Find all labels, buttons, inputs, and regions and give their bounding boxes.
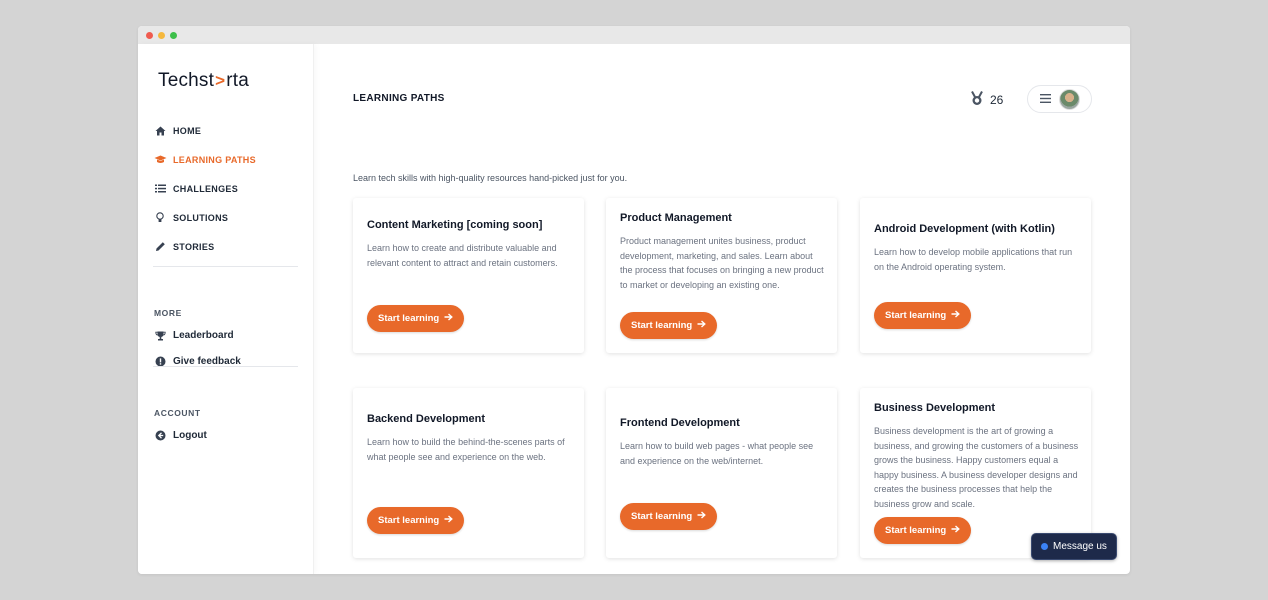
home-icon bbox=[153, 126, 167, 136]
nav-item-solutions[interactable]: SOLUTIONS bbox=[153, 203, 299, 232]
nav-item-learning-paths[interactable]: LEARNING PATHS bbox=[153, 145, 299, 174]
nav-item-home-label: HOME bbox=[173, 125, 202, 136]
pencil-icon bbox=[153, 241, 167, 252]
sidebar: Techst > rta HOME LEARNING PATHS CHALLENGE… bbox=[138, 44, 314, 574]
start-learning-button[interactable]: Start learning bbox=[620, 503, 718, 530]
browser-window: Techst > rta HOME LEARNING PATHS CHALLENGE… bbox=[138, 26, 1130, 574]
logo[interactable]: Techst > rta bbox=[158, 70, 249, 92]
sidebar-item-leaderboard-label: Leaderboard bbox=[173, 330, 234, 341]
arrow-right-icon bbox=[444, 313, 454, 324]
window-maximize-icon[interactable] bbox=[170, 31, 177, 39]
points-counter[interactable]: 26 bbox=[970, 91, 1003, 109]
start-learning-label: Start learning bbox=[885, 310, 947, 321]
start-learning-button[interactable]: Start learning bbox=[620, 312, 718, 339]
nav-item-solutions-label: SOLUTIONS bbox=[173, 212, 229, 223]
sidebar-divider bbox=[153, 366, 298, 367]
learning-path-card: Product Management Product management un… bbox=[606, 198, 837, 353]
card-title: Business Development bbox=[874, 402, 996, 414]
lightbulb-icon bbox=[153, 212, 167, 223]
card-description: Product management unites business, prod… bbox=[620, 236, 824, 290]
card-title: Android Development (with Kotlin) bbox=[874, 223, 1055, 235]
main-nav: HOME LEARNING PATHS CHALLENGES SOLUTIONS bbox=[153, 116, 299, 261]
arrow-right-icon bbox=[951, 310, 961, 321]
card-title: Content Marketing [coming soon] bbox=[367, 219, 543, 231]
card-title: Frontend Development bbox=[620, 417, 740, 429]
start-learning-button[interactable]: Start learning bbox=[874, 517, 972, 544]
trophy-icon bbox=[153, 331, 167, 341]
start-learning-button[interactable]: Start learning bbox=[367, 507, 465, 534]
logo-text-left: Techst bbox=[158, 70, 215, 91]
start-learning-button[interactable]: Start learning bbox=[874, 302, 972, 329]
online-dot-icon bbox=[1041, 543, 1048, 550]
window-minimize-icon[interactable] bbox=[158, 31, 165, 39]
start-learning-label: Start learning bbox=[631, 320, 693, 331]
nav-item-stories[interactable]: STORIES bbox=[153, 232, 299, 261]
logo-text-right: rta bbox=[226, 70, 250, 91]
learning-path-card: Backend Development Learn how to build t… bbox=[353, 388, 584, 558]
message-us-button[interactable]: Message us bbox=[1031, 533, 1117, 560]
start-learning-label: Start learning bbox=[885, 525, 947, 536]
arrow-right-icon bbox=[697, 511, 707, 522]
page-title: LEARNING PATHS bbox=[353, 93, 445, 104]
points-value: 26 bbox=[990, 93, 1004, 107]
nav-item-stories-label: STORIES bbox=[173, 241, 215, 252]
window-close-icon[interactable] bbox=[146, 31, 153, 39]
main-content: LEARNING PATHS 26 Learn tech skills with… bbox=[314, 44, 1130, 574]
card-title: Backend Development bbox=[367, 413, 485, 425]
list-icon bbox=[153, 184, 167, 193]
learning-path-card: Frontend Development Learn how to build … bbox=[606, 388, 837, 558]
arrow-right-icon bbox=[951, 525, 961, 536]
learning-path-card: Android Development (with Kotlin) Learn … bbox=[860, 198, 1091, 353]
card-description: Learn how to develop mobile applications… bbox=[874, 247, 1073, 272]
avatar bbox=[1059, 88, 1080, 110]
start-learning-button[interactable]: Start learning bbox=[367, 305, 465, 332]
start-learning-label: Start learning bbox=[631, 511, 693, 522]
user-menu-button[interactable] bbox=[1027, 85, 1092, 113]
hamburger-icon bbox=[1040, 90, 1051, 108]
card-description: Learn how to create and distribute valua… bbox=[367, 243, 558, 268]
arrow-left-circle-icon bbox=[153, 430, 167, 441]
start-learning-label: Start learning bbox=[378, 313, 440, 324]
sidebar-item-logout-label: Logout bbox=[173, 430, 207, 441]
sidebar-item-logout[interactable]: Logout bbox=[153, 430, 207, 441]
card-description: Business development is the art of growi… bbox=[874, 426, 1079, 509]
learning-path-card: Content Marketing [coming soon] Learn ho… bbox=[353, 198, 584, 353]
more-section-label: MORE bbox=[154, 308, 182, 318]
card-title: Product Management bbox=[620, 212, 732, 224]
window-titlebar bbox=[138, 26, 1130, 44]
arrow-right-icon bbox=[444, 515, 454, 526]
nav-item-home[interactable]: HOME bbox=[153, 116, 299, 145]
card-description: Learn how to build the behind-the-scenes… bbox=[367, 437, 565, 462]
message-us-label: Message us bbox=[1053, 541, 1107, 552]
nav-item-learning-paths-label: LEARNING PATHS bbox=[173, 154, 256, 165]
nav-item-challenges-label: CHALLENGES bbox=[173, 183, 239, 194]
sidebar-divider bbox=[153, 266, 298, 267]
graduation-cap-icon bbox=[153, 155, 167, 164]
logo-arrow: > bbox=[215, 71, 226, 90]
sidebar-item-leaderboard[interactable]: Leaderboard bbox=[153, 330, 234, 341]
medal-icon bbox=[970, 91, 984, 109]
page-subtitle: Learn tech skills with high-quality reso… bbox=[353, 173, 628, 183]
account-section-label: ACCOUNT bbox=[154, 408, 201, 418]
arrow-right-icon bbox=[697, 320, 707, 331]
start-learning-label: Start learning bbox=[378, 515, 440, 526]
card-description: Learn how to build web pages - what peop… bbox=[620, 441, 814, 466]
nav-item-challenges[interactable]: CHALLENGES bbox=[153, 174, 299, 203]
